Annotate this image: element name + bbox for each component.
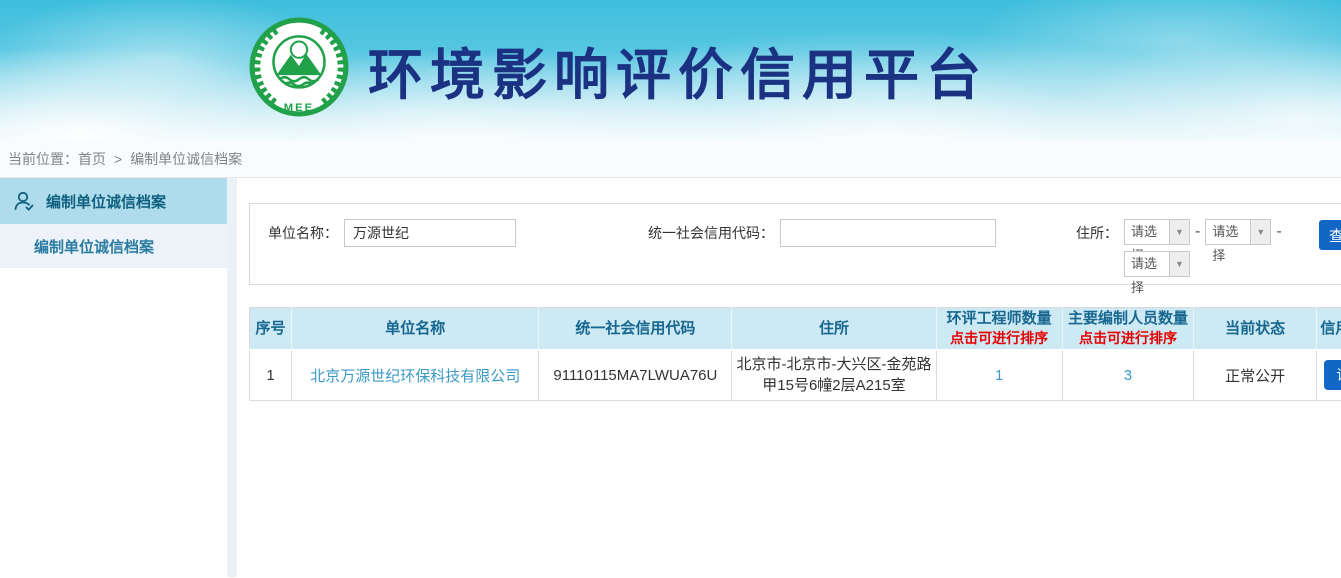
main-content: 单位名称： 统一社会信用代码： 住所： 请选择 ▼ - 请选择 ▼ - [237, 178, 1341, 577]
breadcrumb-current: 编制单位诚信档案 [130, 149, 242, 169]
dash-separator: - [1276, 219, 1281, 251]
col-header-credit-record: 信用记录 [1316, 308, 1341, 351]
address-selects: 请选择 ▼ - 请选择 ▼ - 请选择 ▼ [1124, 219, 1341, 283]
query-button[interactable]: 查询 [1319, 220, 1341, 250]
credit-code-label: 统一社会信用代码： [648, 219, 774, 247]
city-select[interactable]: 请选择 ▼ [1205, 219, 1271, 245]
col-header-staff-count[interactable]: 主要编制人员数量 点击可进行排序 [1062, 308, 1194, 351]
search-panel: 单位名称： 统一社会信用代码： 住所： 请选择 ▼ - 请选择 ▼ - [249, 203, 1341, 285]
results-table: 序号 单位名称 统一社会信用代码 住所 环评工程师数量 点击可进行排序 主要编制… [249, 307, 1341, 401]
user-check-icon [12, 189, 36, 213]
chevron-down-icon[interactable]: ▼ [1250, 220, 1270, 244]
sidebar-subitem-credit-archive[interactable]: 编制单位诚信档案 [0, 224, 227, 268]
col-header-status: 当前状态 [1194, 308, 1317, 351]
breadcrumb-separator: > [114, 151, 122, 167]
col-header-credit-code: 统一社会信用代码 [539, 308, 732, 351]
cell-seq: 1 [250, 350, 292, 400]
cell-status: 正常公开 [1194, 350, 1317, 400]
col-header-company: 单位名称 [291, 308, 538, 351]
svg-text:MEE: MEE [284, 102, 314, 114]
site-header: MEE 环境影响评价信用平台 [0, 0, 1341, 140]
address-label: 住所： [1076, 219, 1118, 247]
credit-code-input[interactable] [780, 219, 996, 247]
company-name-label: 单位名称： [268, 219, 338, 247]
breadcrumb-home-link[interactable]: 首页 [78, 149, 106, 169]
sidebar-subitem-label: 编制单位诚信档案 [34, 236, 154, 257]
table-header-row: 序号 单位名称 统一社会信用代码 住所 环评工程师数量 点击可进行排序 主要编制… [250, 308, 1341, 351]
cell-credit-code: 91110115MA7LWUA76U [539, 350, 732, 400]
chevron-down-icon[interactable]: ▼ [1169, 252, 1189, 276]
site-title: 环境影响评价信用平台 [368, 30, 988, 110]
sidebar-item-credit-archive[interactable]: 编制单位诚信档案 [0, 178, 227, 224]
breadcrumb: 当前位置： 首页 > 编制单位诚信档案 [0, 140, 1341, 178]
table-row: 1 北京万源世纪环保科技有限公司 91110115MA7LWUA76U 北京市-… [250, 350, 1341, 400]
mee-logo-icon: MEE [248, 16, 350, 118]
sort-hint[interactable]: 点击可进行排序 [1065, 329, 1192, 347]
province-select[interactable]: 请选择 ▼ [1124, 219, 1190, 245]
detail-button[interactable]: 详情 [1324, 360, 1341, 390]
dash-separator: - [1195, 219, 1200, 251]
company-link[interactable]: 北京万源世纪环保科技有限公司 [310, 368, 520, 385]
col-header-engineer-count[interactable]: 环评工程师数量 点击可进行排序 [936, 308, 1062, 351]
engineer-count-link[interactable]: 1 [995, 367, 1003, 384]
col-header-seq: 序号 [250, 308, 292, 351]
cell-address: 北京市-北京市-大兴区-金苑路甲15号6幢2层A215室 [732, 350, 936, 400]
sidebar: 编制单位诚信档案 编制单位诚信档案 [0, 178, 227, 577]
chevron-down-icon[interactable]: ▼ [1169, 220, 1189, 244]
breadcrumb-prefix: 当前位置： [8, 149, 78, 169]
sort-hint[interactable]: 点击可进行排序 [939, 329, 1060, 347]
company-name-input[interactable] [344, 219, 516, 247]
sidebar-item-label: 编制单位诚信档案 [46, 191, 166, 212]
page-body: 编制单位诚信档案 编制单位诚信档案 单位名称： 统一社会信用代码： 住所： 请选… [0, 178, 1341, 577]
district-select[interactable]: 请选择 ▼ [1124, 251, 1190, 277]
staff-count-link[interactable]: 3 [1124, 367, 1132, 384]
col-header-address: 住所 [732, 308, 936, 351]
